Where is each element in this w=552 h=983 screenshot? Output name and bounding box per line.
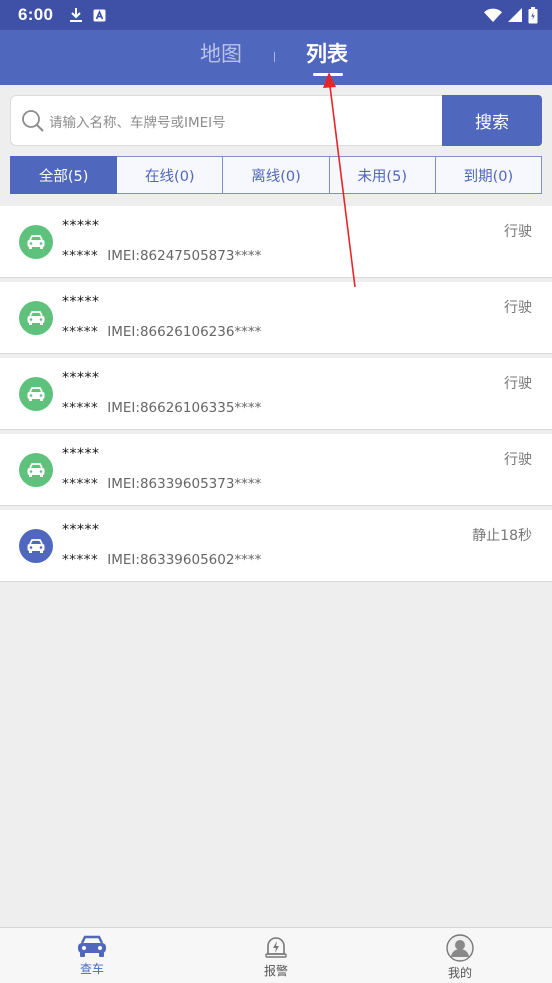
vehicle-name: *****: [62, 446, 100, 462]
vehicle-item[interactable]: ***** ***** IMEI:86339605373**** 行驶: [0, 434, 552, 506]
vehicle-imei: IMEI:86339605602****: [107, 552, 262, 568]
car-icon: [19, 225, 53, 259]
vehicle-imei: IMEI:86247505873****: [107, 248, 262, 264]
car-icon: [19, 377, 53, 411]
vehicle-imei: IMEI:86339605373****: [107, 476, 262, 492]
download-icon: [69, 7, 83, 23]
vehicle-details: ***** IMEI:86247505873****: [62, 248, 261, 264]
car-icon: [19, 529, 53, 563]
vehicle-item[interactable]: ***** ***** IMEI:86339605602**** 静止18秒: [0, 510, 552, 582]
vehicle-sub-name: *****: [62, 552, 99, 568]
tab-divider: [274, 52, 275, 62]
vehicle-details: ***** IMEI:86339605373****: [62, 476, 261, 492]
nav-label: 报警: [263, 964, 288, 978]
vehicle-status: 行驶: [504, 376, 532, 392]
vehicle-status: 行驶: [504, 452, 532, 468]
a-icon: [93, 9, 106, 22]
car-icon: [19, 301, 53, 335]
filter-unused[interactable]: 未用(5): [329, 156, 436, 194]
battery-icon: [528, 6, 538, 24]
header: 地图 列表: [0, 30, 552, 85]
vehicle-details: ***** IMEI:86626106335****: [62, 400, 261, 416]
vehicle-details: ***** IMEI:86626106236****: [62, 324, 261, 340]
vehicle-item[interactable]: ***** ***** IMEI:86626106335**** 行驶: [0, 358, 552, 430]
vehicle-item[interactable]: ***** ***** IMEI:86247505873**** 行驶: [0, 206, 552, 278]
status-time: 6:00: [18, 5, 54, 24]
vehicle-imei: IMEI:86626106335****: [107, 400, 262, 416]
filter-online[interactable]: 在线(0): [117, 156, 224, 194]
vehicle-details: ***** IMEI:86339605602****: [62, 552, 261, 568]
search-icon: [21, 109, 45, 133]
vehicle-sub-name: *****: [62, 400, 99, 416]
search-placeholder: 请输入名称、车牌号或IMEI号: [49, 114, 226, 131]
tab-map[interactable]: 地图: [200, 38, 242, 68]
car-icon: [76, 934, 108, 958]
car-icon: [19, 453, 53, 487]
filter-offline[interactable]: 离线(0): [223, 156, 330, 194]
vehicle-status: 行驶: [504, 224, 532, 240]
nav-label: 查车: [79, 962, 104, 976]
nav-label: 我的: [447, 966, 472, 980]
tab-list[interactable]: 列表: [306, 38, 348, 68]
vehicle-status: 行驶: [504, 300, 532, 316]
vehicle-sub-name: *****: [62, 324, 99, 340]
vehicle-name: *****: [62, 522, 100, 538]
vehicle-name: *****: [62, 218, 100, 234]
tab-active-indicator: [313, 73, 343, 76]
vehicle-sub-name: *****: [62, 476, 99, 492]
vehicle-item[interactable]: ***** ***** IMEI:86626106236**** 行驶: [0, 282, 552, 354]
filter-expired[interactable]: 到期(0): [435, 156, 543, 194]
nav-check-car[interactable]: 查车: [0, 928, 184, 983]
bottom-nav: 查车 报警 我的: [0, 927, 552, 983]
status-bar: 6:00: [0, 0, 552, 30]
filter-tabs: 全部(5) 在线(0) 离线(0) 未用(5) 到期(0): [10, 156, 543, 194]
search-button[interactable]: 搜索: [442, 95, 542, 146]
vehicle-imei: IMEI:86626106236****: [107, 324, 262, 340]
vehicle-sub-name: *****: [62, 248, 99, 264]
vehicle-status: 静止18秒: [472, 528, 532, 544]
vehicle-list: ***** ***** IMEI:86247505873**** 行驶 *****…: [0, 206, 552, 586]
search-input[interactable]: 请输入名称、车牌号或IMEI号: [10, 95, 442, 146]
vehicle-name: *****: [62, 294, 100, 310]
wifi-icon: [484, 8, 502, 22]
signal-icon: [508, 8, 522, 22]
user-icon: [446, 934, 474, 962]
vehicle-name: *****: [62, 370, 100, 386]
filter-all[interactable]: 全部(5): [10, 156, 118, 194]
nav-mine[interactable]: 我的: [368, 928, 552, 983]
alarm-bell-icon: [263, 934, 289, 960]
nav-alarm[interactable]: 报警: [184, 928, 368, 983]
search-bar: 请输入名称、车牌号或IMEI号 搜索: [10, 95, 542, 146]
